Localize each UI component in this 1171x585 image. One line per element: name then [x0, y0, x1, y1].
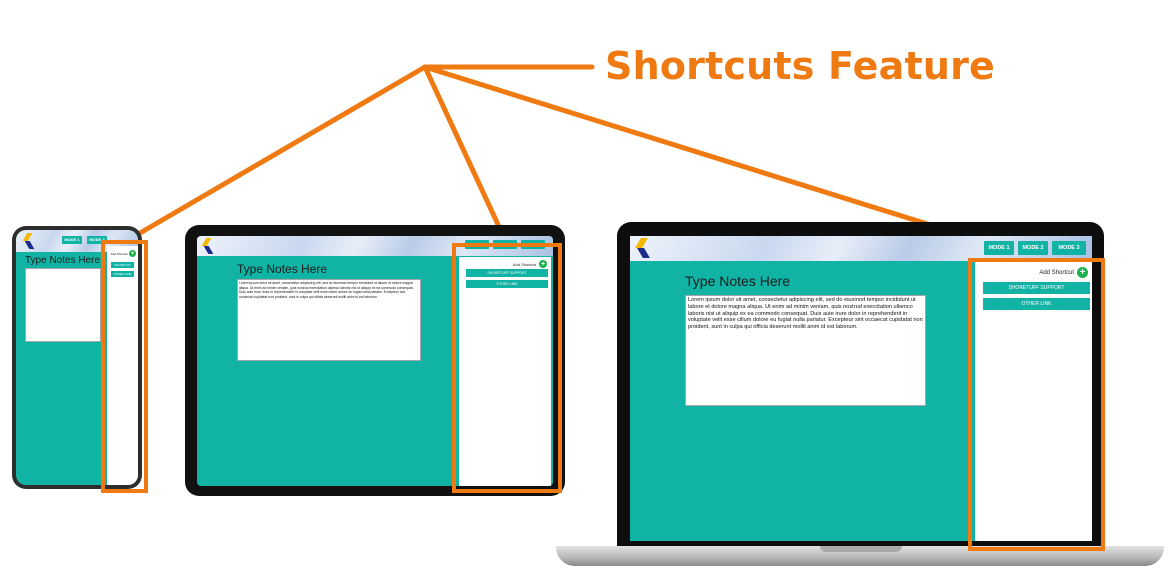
- laptop-notes-title: Type Notes Here: [685, 273, 791, 289]
- callout-title: Shortcuts Feature: [605, 44, 995, 88]
- tablet-highlight-box: [452, 243, 562, 493]
- laptop-mode-1-button[interactable]: MODE 1: [984, 241, 1014, 255]
- laptop-mode-3-button[interactable]: MODE 3: [1052, 241, 1086, 255]
- callout-line-tablet: [422, 64, 510, 247]
- laptop-mode-2-button[interactable]: MODE 2: [1018, 241, 1048, 255]
- tablet-notes-title: Type Notes Here: [237, 262, 328, 276]
- brand-s-logo-icon: [633, 237, 653, 260]
- phone-notes-title: Type Notes Here: [25, 255, 101, 266]
- phone-highlight-box: [101, 240, 148, 493]
- brand-s-logo-icon: [201, 237, 215, 255]
- brand-s-logo-icon: [22, 232, 36, 250]
- laptop-notch: [820, 546, 902, 552]
- phone-mode-1-button[interactable]: MODE 1: [62, 236, 82, 244]
- laptop-notes-input[interactable]: Lorem ipsum dolor sit amet, consectetur …: [685, 295, 926, 406]
- phone-notes-input[interactable]: [25, 268, 101, 342]
- tablet-notes-input[interactable]: Lorem ipsum dolor sit amet, consectetur …: [237, 279, 421, 361]
- laptop-highlight-box: [968, 258, 1105, 551]
- callout-line-phone: [125, 64, 428, 243]
